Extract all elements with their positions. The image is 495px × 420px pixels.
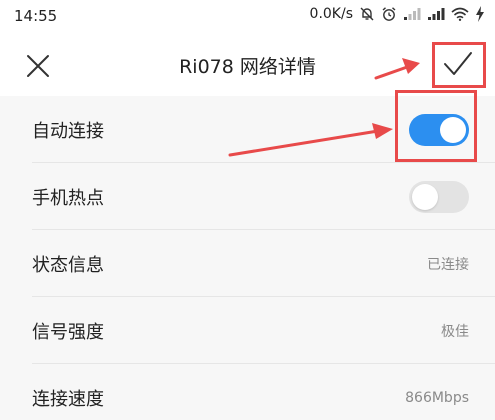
arrow-confirm-shaft (374, 64, 412, 80)
arrow-toggle-shaft (228, 129, 380, 157)
arrow-toggle-head (372, 123, 393, 139)
annotation-arrows (228, 58, 420, 157)
arrow-confirm-head (402, 58, 420, 74)
